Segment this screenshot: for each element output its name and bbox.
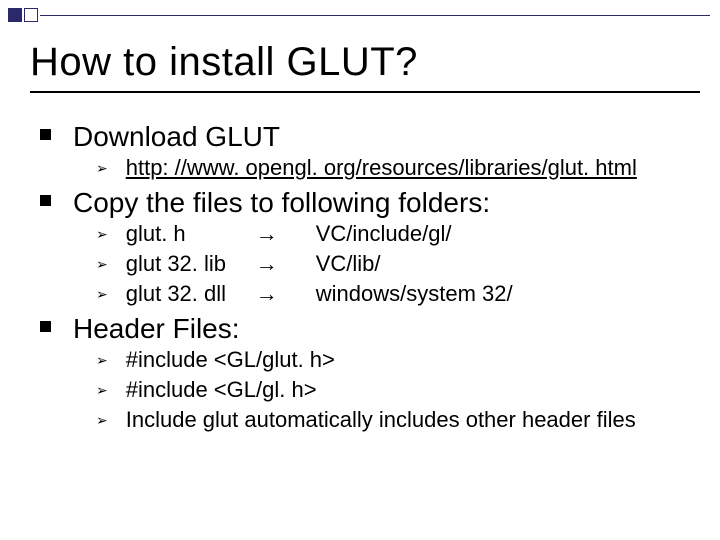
slide-content: How to install GLUT? Download GLUT ➢ htt… [30, 40, 700, 437]
bullet-text: Copy the files to following folders: [73, 187, 490, 219]
bullet-text: Header Files: [73, 313, 240, 345]
bullet-level-2: ➢ #include <GL/glut. h> [96, 347, 700, 373]
bullet-text: Download GLUT [73, 121, 280, 153]
square-bullet-icon [40, 195, 51, 206]
square-icon [24, 8, 38, 22]
corner-decoration [8, 8, 40, 22]
destination-path: VC/lib/ [316, 251, 381, 277]
arrow-icon: → [256, 221, 316, 247]
bullet-level-1: Download GLUT [40, 121, 700, 153]
file-name: glut 32. lib [126, 251, 256, 277]
file-name: glut 32. dll [126, 281, 256, 307]
chevron-icon: ➢ [96, 352, 108, 369]
file-mapping-row: glut. h → VC/include/gl/ [126, 221, 452, 247]
arrow-icon: → [256, 251, 316, 277]
destination-path: windows/system 32/ [316, 281, 513, 307]
square-bullet-icon [40, 129, 51, 140]
chevron-icon: ➢ [96, 382, 108, 399]
chevron-icon: ➢ [96, 412, 108, 429]
bullet-level-2: ➢ glut 32. dll → windows/system 32/ [96, 281, 700, 307]
bullet-level-2: ➢ glut 32. lib → VC/lib/ [96, 251, 700, 277]
decoration-line [40, 15, 710, 16]
destination-path: VC/include/gl/ [316, 221, 452, 247]
slide-body: Download GLUT ➢ http: //www. opengl. org… [30, 121, 700, 433]
arrow-icon: → [256, 281, 316, 307]
bullet-level-2: ➢ #include <GL/gl. h> [96, 377, 700, 403]
bullet-level-1: Copy the files to following folders: [40, 187, 700, 219]
square-icon [8, 8, 22, 22]
code-text: #include <GL/glut. h> [126, 347, 335, 373]
slide-title: How to install GLUT? [30, 40, 700, 93]
square-bullet-icon [40, 321, 51, 332]
bullet-level-2: ➢ glut. h → VC/include/gl/ [96, 221, 700, 247]
bullet-level-2: ➢ http: //www. opengl. org/resources/lib… [96, 155, 700, 181]
bullet-level-1: Header Files: [40, 313, 700, 345]
chevron-icon: ➢ [96, 256, 108, 273]
chevron-icon: ➢ [96, 286, 108, 303]
file-name: glut. h [126, 221, 256, 247]
bullet-level-2: ➢ Include glut automatically includes ot… [96, 407, 700, 433]
chevron-icon: ➢ [96, 160, 108, 177]
chevron-icon: ➢ [96, 226, 108, 243]
file-mapping-row: glut 32. dll → windows/system 32/ [126, 281, 513, 307]
code-text: #include <GL/gl. h> [126, 377, 317, 403]
note-text: Include glut automatically includes othe… [126, 407, 636, 433]
url-text: http: //www. opengl. org/resources/libra… [126, 155, 637, 181]
file-mapping-row: glut 32. lib → VC/lib/ [126, 251, 381, 277]
